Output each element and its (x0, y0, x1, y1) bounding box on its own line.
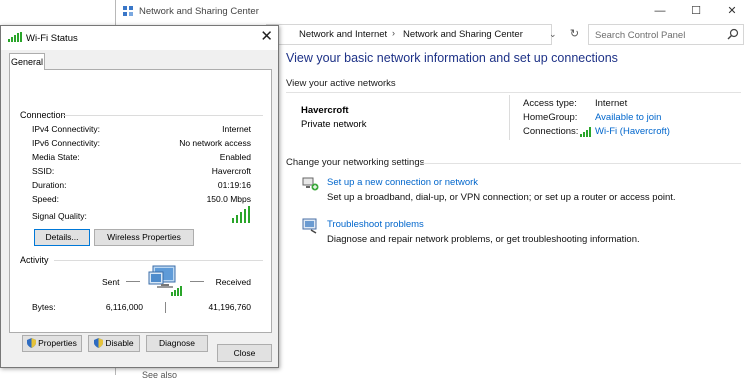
signal-bar (244, 209, 246, 223)
dialog-title: Wi-Fi Status (26, 33, 78, 44)
divider (62, 115, 263, 116)
search-input[interactable]: Search Control Panel (588, 24, 744, 45)
divider (190, 281, 204, 282)
sent-label: Sent (102, 277, 120, 287)
computer-network-icon (148, 265, 182, 296)
divider (54, 260, 263, 261)
ssid-label: SSID: (32, 166, 55, 176)
minimize-button[interactable]: — (642, 0, 678, 24)
network-name: Havercroft (301, 105, 349, 116)
dialog-titlebar[interactable]: Wi-Fi Status ✕ (1, 26, 278, 50)
refresh-icon[interactable]: ↻ (566, 25, 583, 44)
close-icon[interactable]: ✕ (260, 27, 273, 47)
wifi-signal-icon (8, 32, 22, 42)
duration-value: 01:19:16 (217, 180, 251, 190)
nsc-titlebar[interactable]: Network and Sharing Center — ☐ ✕ (116, 0, 750, 24)
disable-button[interactable]: Disable (88, 335, 140, 352)
speed-value: 150.0 Mbps (206, 194, 251, 204)
speed-label: Speed: (32, 194, 59, 204)
signal-quality-bars (232, 206, 252, 223)
ipv4-label: IPv4 Connectivity: (32, 124, 101, 134)
properties-label: Properties (38, 338, 77, 348)
divider (286, 92, 741, 93)
connection-link[interactable]: Wi-Fi (Havercroft) (595, 126, 670, 137)
bytes-received-value: 41,196,760 (208, 302, 251, 312)
signal-bar (236, 215, 238, 223)
divider (126, 281, 140, 282)
close-window-button[interactable]: ✕ (714, 0, 750, 24)
disable-label: Disable (105, 338, 134, 348)
homegroup-label: HomeGroup: (523, 112, 578, 123)
change-settings-label: Change your networking settings (286, 157, 425, 168)
details-button[interactable]: Details... (34, 229, 90, 246)
signal-quality-label: Signal Quality: (32, 211, 87, 221)
see-also-label: See also (142, 370, 178, 380)
breadcrumb-network-internet[interactable]: Network and Internet (299, 29, 387, 40)
signal-bar (232, 218, 234, 223)
setup-connection-description: Set up a broadband, dial-up, or VPN conn… (327, 192, 676, 203)
troubleshoot-description: Diagnose and repair network problems, or… (327, 234, 640, 245)
bytes-sent-value: 6,116,000 (105, 302, 143, 312)
tab-general[interactable]: General (9, 53, 45, 70)
signal-bar (240, 212, 242, 223)
divider (165, 302, 166, 313)
bytes-label: Bytes: (32, 302, 56, 312)
wireless-properties-button[interactable]: Wireless Properties (94, 229, 194, 246)
divider (509, 95, 510, 140)
general-tab-panel: Connection IPv4 Connectivity: Internet I… (9, 69, 272, 352)
ipv4-value: Internet (222, 124, 251, 134)
address-bar[interactable]: › Network and Internet › Network and Sha… (266, 24, 552, 45)
wifi-signal-icon (580, 127, 591, 137)
media-state-value: Enabled (219, 152, 251, 162)
divider (421, 163, 741, 164)
diagnose-button[interactable]: Diagnose (146, 335, 208, 352)
chevron-down-icon[interactable]: ⌄ (549, 29, 557, 40)
network-type[interactable]: Private network (301, 119, 366, 130)
network-center-icon (123, 6, 133, 16)
access-type-label: Access type: (523, 98, 577, 109)
activity-group-title: Activity (20, 255, 52, 265)
breadcrumb-separator[interactable]: › (392, 28, 395, 38)
troubleshoot-icon (302, 218, 317, 234)
breadcrumb-network-sharing-center[interactable]: Network and Sharing Center (403, 29, 523, 40)
active-networks-label: View your active networks (286, 78, 396, 89)
page-title: View your basic network information and … (286, 51, 618, 65)
close-button[interactable]: Close (217, 344, 272, 362)
ipv6-label: IPv6 Connectivity: (32, 138, 101, 148)
media-state-label: Media State: (32, 152, 80, 162)
troubleshoot-link[interactable]: Troubleshoot problems (327, 219, 424, 230)
properties-button[interactable]: Properties (22, 335, 82, 352)
ssid-value: Havercroft (211, 166, 251, 176)
shield-icon (27, 338, 37, 348)
window-title: Network and Sharing Center (139, 6, 259, 17)
search-placeholder: Search Control Panel (595, 30, 686, 41)
ipv6-value: No network access (179, 138, 251, 148)
search-icon[interactable] (726, 27, 740, 41)
wifi-status-dialog: Wi-Fi Status ✕ General Connection IPv4 C… (0, 25, 279, 368)
homegroup-link[interactable]: Available to join (595, 112, 661, 123)
access-type-value: Internet (595, 98, 628, 109)
new-connection-icon (302, 177, 319, 191)
connections-label: Connections: (523, 126, 579, 137)
maximize-button[interactable]: ☐ (678, 0, 714, 24)
signal-bar (248, 206, 250, 223)
shield-icon (94, 338, 104, 348)
received-label: Received (215, 277, 251, 287)
setup-connection-link[interactable]: Set up a new connection or network (327, 177, 478, 188)
duration-label: Duration: (32, 180, 67, 190)
